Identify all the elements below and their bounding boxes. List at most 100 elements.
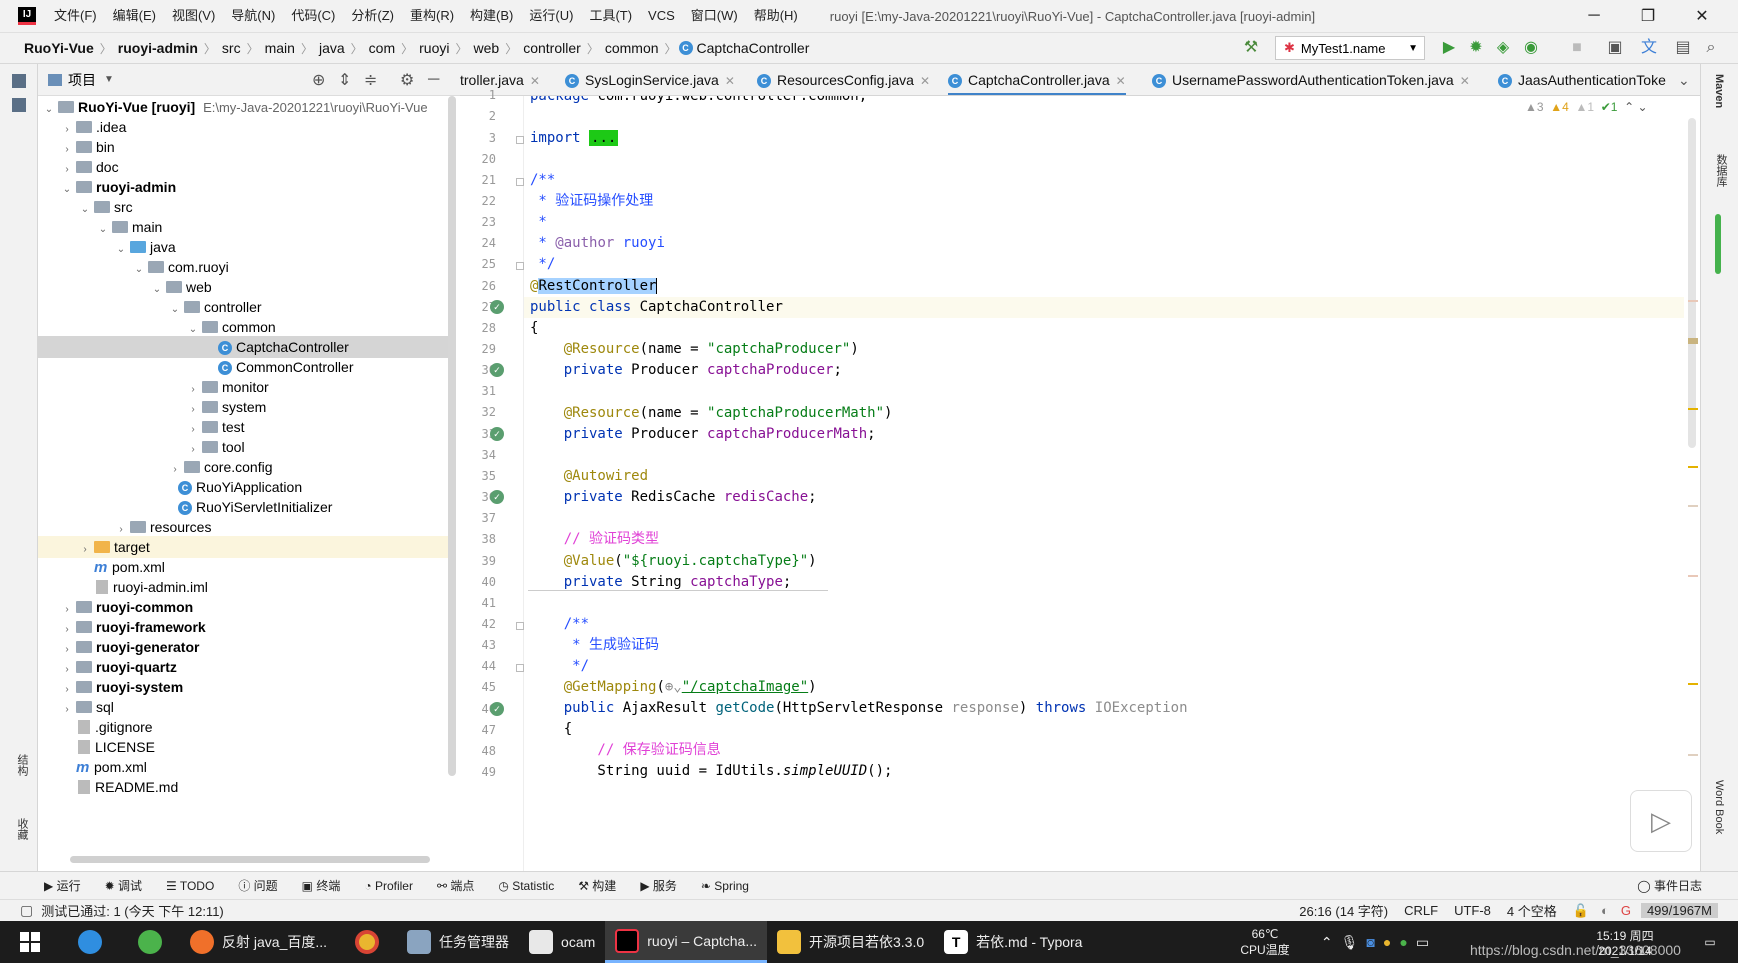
menu-help[interactable]: 帮助(H) — [746, 0, 806, 32]
statistic-tool-tab[interactable]: ◷ Statistic — [486, 879, 566, 893]
stop-icon[interactable]: ■ — [1566, 38, 1588, 58]
line-separator[interactable]: CRLF — [1404, 903, 1438, 918]
tree-item-system[interactable]: › system — [38, 396, 456, 418]
menu-window[interactable]: 窗口(W) — [683, 0, 746, 32]
menu-analyze[interactable]: 分析(Z) — [343, 0, 402, 32]
folded-imports[interactable]: ... — [589, 130, 619, 146]
breadcrumb-ruoyi[interactable]: ruoyi — [415, 40, 453, 56]
caret-position[interactable]: 26:16 (14 字符) — [1299, 901, 1388, 920]
spring-bean-icon[interactable]: ✓ — [490, 300, 504, 314]
taskbar-typora[interactable]: T 若依.md - Typora — [934, 921, 1092, 963]
clock[interactable]: 15:19 周四 2021/1/14 — [1570, 921, 1680, 963]
taskbar-ocam[interactable]: ocam — [519, 921, 605, 963]
tree-item-ruoyi-application[interactable]: C RuoYiApplication — [38, 476, 456, 498]
menu-file[interactable]: 文件(F) — [46, 0, 105, 32]
tree-item-captcha-controller[interactable]: C CaptchaController — [38, 336, 456, 358]
tree-item-ruoyi-system[interactable]: › ruoyi-system — [38, 676, 456, 698]
spring-tool-tab[interactable]: ❧ Spring — [689, 879, 761, 893]
menu-code[interactable]: 代码(C) — [283, 0, 343, 32]
tree-item-test[interactable]: › test — [38, 416, 456, 438]
360-browser-icon[interactable] — [120, 921, 180, 963]
project-tool-icon[interactable] — [12, 74, 26, 88]
menu-navigate[interactable]: 导航(N) — [223, 0, 283, 32]
run-tool-tab[interactable]: ▶ 运行 — [32, 877, 93, 894]
translate-icon[interactable]: 文 — [1638, 38, 1660, 58]
fold-icon[interactable] — [516, 622, 524, 630]
terminal-tool-tab[interactable]: ▣ 终端 — [290, 877, 353, 894]
breadcrumb-controller[interactable]: controller — [519, 40, 585, 56]
tree-item-sql[interactable]: › sql — [38, 696, 456, 718]
breadcrumb-main[interactable]: main — [261, 40, 299, 56]
tree-item-pom[interactable]: m pom.xml — [38, 556, 456, 578]
git-icon[interactable]: ◐ — [1601, 903, 1609, 918]
menu-edit[interactable]: 编辑(E) — [105, 0, 164, 32]
cpu-temperature[interactable]: 66℃ CPU温度 — [1230, 921, 1300, 963]
structure-tool-tab[interactable]: 结构 — [14, 754, 30, 776]
tree-item-tool[interactable]: › tool — [38, 436, 456, 458]
run-icon[interactable]: ▶ — [1438, 38, 1460, 58]
spring-bean-icon[interactable]: ✓ — [490, 702, 504, 716]
close-icon[interactable]: ✕ — [1678, 0, 1726, 32]
expand-all-icon[interactable]: ⇕ — [338, 70, 351, 90]
profiler-tool-tab[interactable]: ◔ Profiler — [352, 879, 425, 893]
tab-sys-login-service[interactable]: C SysLoginService.java ✕ — [565, 64, 735, 95]
tab-jaas-token[interactable]: C JaasAuthenticationToke — [1498, 64, 1666, 95]
menu-run[interactable]: 运行(U) — [521, 0, 581, 32]
breadcrumb-common[interactable]: common — [601, 40, 663, 56]
tree-item-readme[interactable]: README.md — [38, 776, 456, 798]
menu-build[interactable]: 构建(B) — [462, 0, 521, 32]
spring-bean-icon[interactable]: ✓ — [490, 427, 504, 441]
status-message[interactable]: 测试已通过: 1 (今天 下午 12:11) — [41, 901, 224, 920]
tree-item-controller[interactable]: ⌄ controller — [38, 296, 456, 318]
memory-indicator[interactable]: 499/1967M — [1640, 903, 1718, 918]
hide-panel-icon[interactable]: ─ — [428, 71, 439, 89]
tree-item-bin[interactable]: › bin — [38, 136, 456, 158]
lock-icon[interactable]: 🔓 — [1573, 903, 1589, 919]
profile-icon[interactable]: ◉ — [1520, 38, 1542, 58]
search-icon[interactable]: ⌕ — [1700, 38, 1722, 58]
menu-refactor[interactable]: 重构(R) — [402, 0, 462, 32]
build-tool-tab[interactable]: ⚒ 构建 — [566, 877, 628, 894]
tree-scrollbar[interactable] — [448, 96, 456, 776]
breadcrumb-class[interactable]: CaptchaController — [693, 40, 814, 56]
breadcrumb-src[interactable]: src — [218, 40, 245, 56]
tree-item-servlet-initializer[interactable]: C RuoYiServletInitializer — [38, 496, 456, 518]
tree-item-ruoyi-generator[interactable]: › ruoyi-generator — [38, 636, 456, 658]
tree-item-java[interactable]: ⌄ java — [38, 236, 456, 258]
debug-tool-tab[interactable]: ✹ 调试 — [93, 877, 154, 894]
indent-setting[interactable]: 4 个空格 — [1507, 901, 1557, 920]
project-panel-title[interactable]: 项目 — [68, 70, 96, 90]
menu-tools[interactable]: 工具(T) — [581, 0, 640, 32]
gear-icon[interactable]: ⚙ — [400, 70, 414, 90]
tree-item-ruoyi-common[interactable]: › ruoyi-common — [38, 596, 456, 618]
database-tool-tab[interactable]: 数据库 — [1713, 154, 1729, 187]
tab-captcha-controller[interactable]: C CaptchaController.java ✕ — [948, 64, 1126, 95]
fold-icon[interactable] — [516, 664, 524, 672]
tree-item-ruoyi-admin[interactable]: ⌄ ruoyi-admin — [38, 176, 456, 198]
start-button[interactable] — [0, 921, 60, 963]
tree-item-idea[interactable]: › .idea — [38, 116, 456, 138]
endpoints-tool-tab[interactable]: ⚯ 端点 — [425, 877, 486, 894]
folder-tool-icon[interactable] — [12, 98, 26, 112]
video-player-icon[interactable]: ▷ — [1630, 790, 1692, 852]
restore-icon[interactable]: ❐ — [1624, 0, 1672, 32]
run-config-select[interactable]: ✱ MyTest1.name ▼ — [1275, 36, 1425, 60]
breadcrumb-project[interactable]: RuoYi-Vue — [20, 40, 98, 56]
tab-username-password-token[interactable]: C UsernamePasswordAuthenticationToken.jav… — [1152, 64, 1470, 95]
notification-icon[interactable]: ▭ — [1690, 921, 1730, 963]
spring-bean-icon[interactable]: ✓ — [490, 363, 504, 377]
breadcrumb-com[interactable]: com — [365, 40, 399, 56]
breadcrumb-module[interactable]: ruoyi-admin — [114, 40, 202, 56]
spring-bean-icon[interactable]: ✓ — [490, 490, 504, 504]
tree-item-web[interactable]: ⌄ web — [38, 276, 456, 298]
tree-hscrollbar[interactable] — [70, 856, 430, 863]
taskbar-intellij[interactable]: ruoyi – Captcha... — [605, 921, 767, 963]
taskbar-folder[interactable]: 开源项目若依3.3.0 — [767, 921, 934, 963]
problems-tool-tab[interactable]: ⓘ 问题 — [226, 877, 289, 894]
google-icon[interactable]: G — [1621, 903, 1631, 918]
status-toggle-icon[interactable]: ▢ — [20, 902, 33, 919]
tree-item-common[interactable]: ⌄ common — [38, 316, 456, 338]
event-log-tool-tab[interactable]: ◯ 事件日志 — [1625, 877, 1714, 894]
tree-item-iml[interactable]: ruoyi-admin.iml — [38, 576, 456, 598]
breadcrumb-web[interactable]: web — [470, 40, 504, 56]
